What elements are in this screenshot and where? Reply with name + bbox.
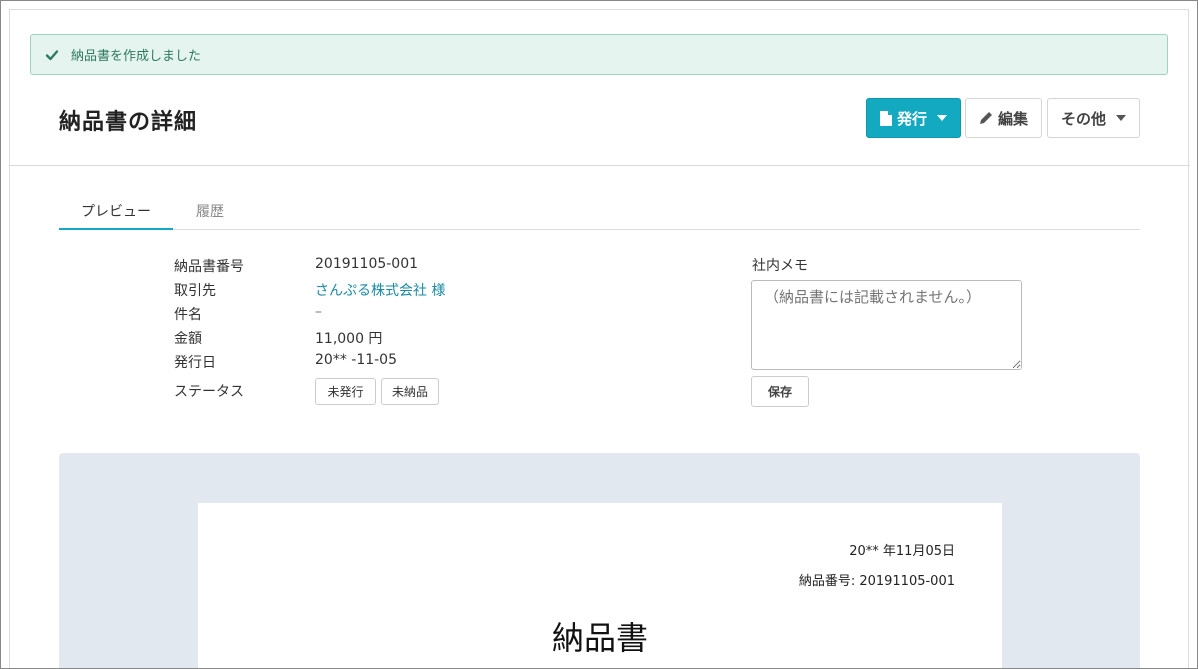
save-button[interactable]: 保存 — [751, 376, 809, 407]
document-paper: 20** 年11月05日 納品番号: 20191105-001 納品書 — [198, 503, 1002, 668]
client-link[interactable]: さんぷる株式会社 様 — [315, 280, 445, 300]
memo-label: 社内メモ — [752, 258, 808, 274]
info-label-client: 取引先 — [174, 283, 216, 299]
issue-label: 発行 — [896, 109, 927, 128]
check-icon — [45, 48, 59, 62]
other-label: その他 — [1060, 109, 1106, 128]
other-menu-button[interactable]: その他 — [1047, 98, 1140, 138]
pencil-icon — [979, 111, 993, 125]
alert-message: 納品書を作成しました — [71, 49, 202, 64]
issue-button[interactable]: 発行 — [866, 98, 961, 138]
info-label-issue-date: 発行日 — [174, 355, 216, 371]
info-value-subject: – — [315, 304, 322, 320]
info-label-number: 納品書番号 — [174, 259, 244, 275]
chevron-down-icon — [937, 115, 947, 121]
status-badge-undelivered[interactable]: 未納品 — [381, 378, 439, 405]
document-title: 納品書 — [551, 619, 648, 657]
edit-button[interactable]: 編集 — [965, 98, 1042, 138]
info-label-subject: 件名 — [174, 307, 202, 323]
tab-preview[interactable]: プレビュー — [59, 196, 173, 230]
info-label-amount: 金額 — [174, 331, 202, 347]
memo-textarea[interactable] — [751, 280, 1022, 370]
header-divider — [10, 165, 1190, 166]
content-panel: 納品書を作成しました 納品書の詳細 発行 編集 その他 プレビュー 履歴 納品書… — [9, 9, 1190, 668]
info-label-status: ステータス — [174, 384, 244, 400]
info-value-amount: 11,000 円 — [315, 331, 383, 347]
page-title: 納品書の詳細 — [59, 110, 198, 135]
success-alert: 納品書を作成しました — [30, 34, 1168, 75]
info-value-issue-date: 20** -11-05 — [315, 352, 397, 368]
document-date: 20** 年11月05日 — [849, 544, 955, 559]
tab-history[interactable]: 履歴 — [173, 196, 247, 230]
document-number: 納品番号: 20191105-001 — [798, 574, 955, 589]
info-value-number: 20191105-001 — [315, 256, 419, 272]
app-frame: 納品書を作成しました 納品書の詳細 発行 編集 その他 プレビュー 履歴 納品書… — [0, 0, 1198, 669]
document-icon — [879, 110, 892, 126]
tab-bar: プレビュー 履歴 — [59, 196, 1140, 230]
edit-label: 編集 — [997, 109, 1028, 128]
status-badge-unissued[interactable]: 未発行 — [315, 378, 376, 405]
chevron-down-icon — [1116, 115, 1126, 121]
